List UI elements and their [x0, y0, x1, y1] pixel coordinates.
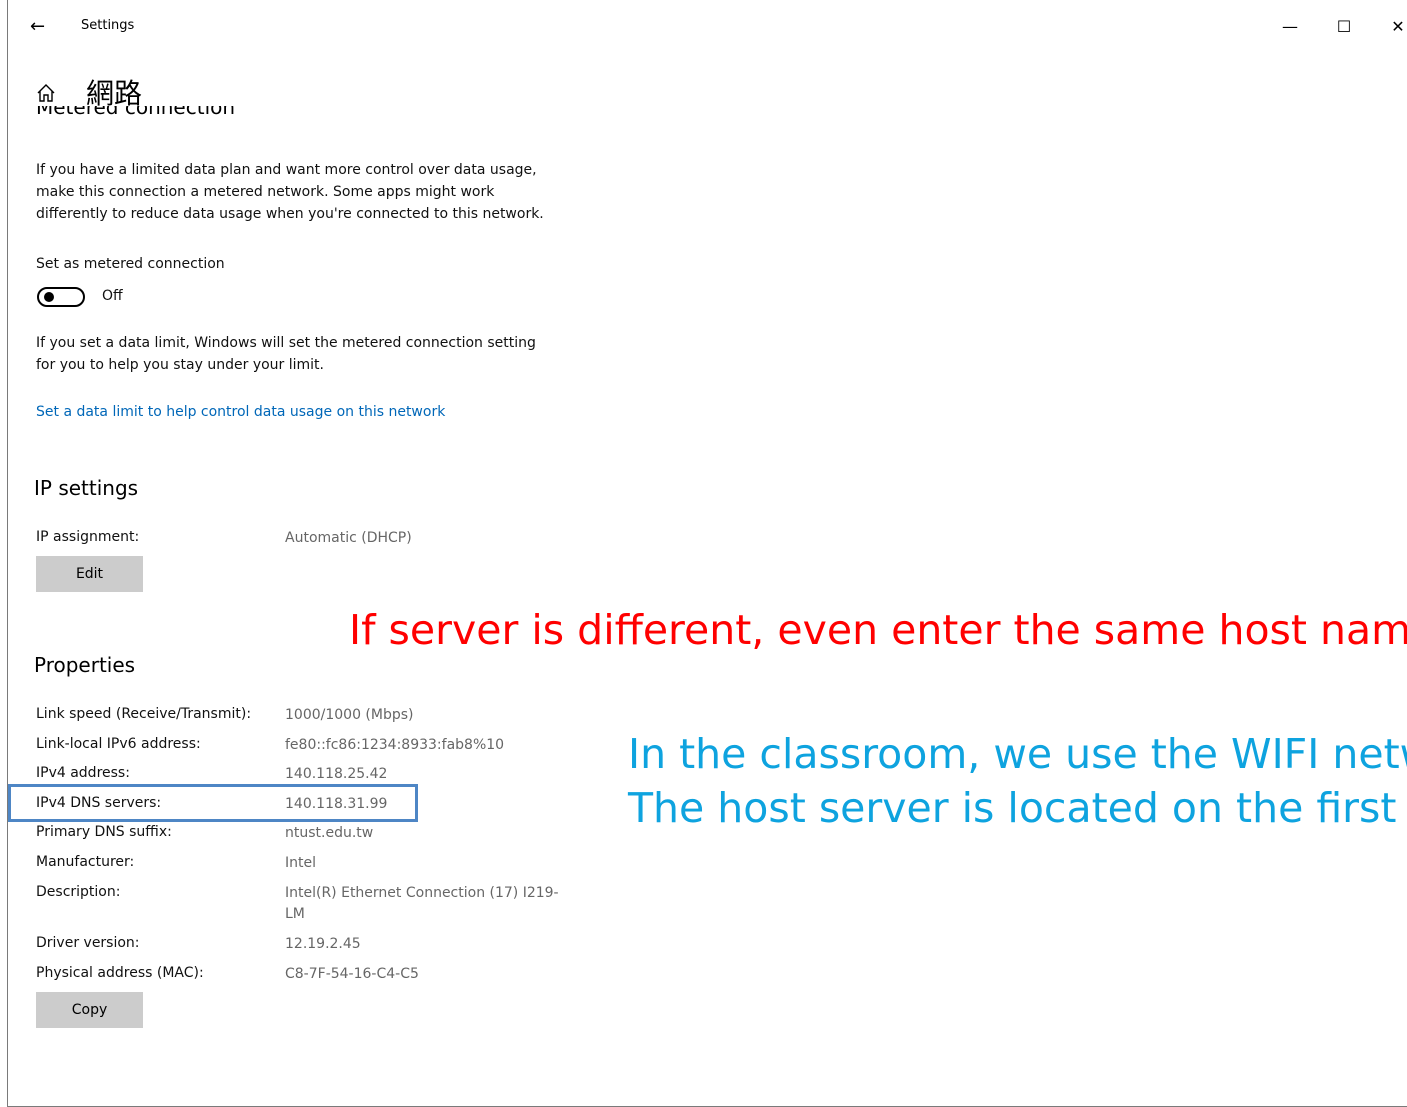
set-metered-label: Set as metered connection	[36, 256, 225, 272]
limit-description-line-1: If you set a data limit, Windows will se…	[36, 335, 536, 351]
toggle-state-label: Off	[102, 288, 123, 304]
properties-heading: Properties	[34, 653, 136, 677]
metered-description-line-3: differently to reduce data usage when yo…	[36, 206, 544, 222]
title-bar: ← Settings — ☐ ✕	[8, 0, 1407, 52]
link-speed-value: 1000/1000 (Mbps)	[285, 707, 414, 723]
back-arrow-icon[interactable]: ←	[30, 14, 58, 40]
ipv4-value: 140.118.25.42	[285, 766, 388, 782]
toggle-knob	[44, 292, 54, 302]
metered-description-line-1: If you have a limited data plan and want…	[36, 162, 537, 178]
blue-annotation-line-2: The host server is located on the first …	[628, 784, 1407, 832]
close-icon[interactable]: ✕	[1378, 12, 1407, 42]
description-value-line-1: Intel(R) Ethernet Connection (17) I219-	[285, 885, 559, 901]
mac-value: C8-7F-54-16-C4-C5	[285, 966, 419, 982]
home-icon[interactable]	[35, 82, 57, 104]
driver-version-label: Driver version:	[36, 935, 140, 951]
limit-description-line-2: for you to help you stay under your limi…	[36, 357, 324, 373]
red-annotation: If server is different, even enter the s…	[349, 606, 1407, 654]
ip-settings-heading: IP settings	[34, 476, 139, 500]
dns-suffix-label: Primary DNS suffix:	[36, 824, 172, 840]
window-title: Settings	[81, 18, 135, 33]
mac-label: Physical address (MAC):	[36, 965, 204, 981]
metered-connection-heading: Metered connection	[36, 106, 236, 119]
ip-assignment-label: IP assignment:	[36, 529, 140, 545]
manufacturer-label: Manufacturer:	[36, 854, 135, 870]
ipv6-value: fe80::fc86:1234:8933:fab8%10	[285, 737, 505, 753]
blue-annotation-line-1: In the classroom, we use the WIFI networ…	[628, 730, 1407, 778]
copy-button[interactable]: Copy	[36, 992, 143, 1028]
set-data-limit-link[interactable]: Set a data limit to help control data us…	[36, 404, 445, 420]
metered-description-line-2: make this connection a metered network. …	[36, 184, 495, 200]
link-speed-label: Link speed (Receive/Transmit):	[36, 706, 252, 722]
description-label: Description:	[36, 884, 121, 900]
dns-suffix-value: ntust.edu.tw	[285, 825, 374, 841]
metered-toggle[interactable]	[37, 287, 85, 307]
description-value-line-2: LM	[285, 906, 305, 922]
minimize-icon[interactable]: —	[1270, 12, 1310, 42]
ip-assignment-value: Automatic (DHCP)	[285, 530, 412, 546]
edit-button[interactable]: Edit	[36, 556, 143, 592]
manufacturer-value: Intel	[285, 855, 316, 871]
ipv6-label: Link-local IPv6 address:	[36, 736, 201, 752]
ipv4-label: IPv4 address:	[36, 765, 130, 781]
dns-highlight-box	[8, 784, 418, 822]
driver-version-value: 12.19.2.45	[285, 936, 361, 952]
window-left-border	[7, 0, 8, 1107]
maximize-icon[interactable]: ☐	[1324, 12, 1364, 42]
